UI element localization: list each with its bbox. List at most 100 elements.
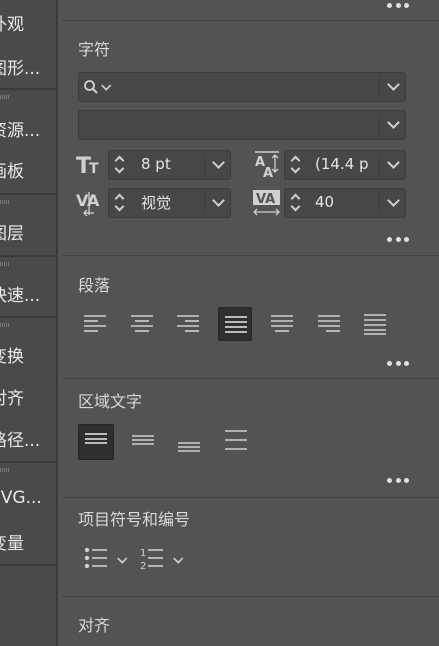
chevron-down-icon[interactable] [387,158,397,168]
leading-stepper[interactable] [287,151,305,179]
panel-tab-label: 外观 [0,15,24,35]
chevron-down-icon[interactable] [212,158,222,168]
numbering-dropdown[interactable]: 1 2 [140,546,188,572]
tracking-stepper[interactable] [287,189,305,217]
grip-handle[interactable] [0,323,10,327]
font-size-icon: T T [76,154,99,176]
font-size-stepper[interactable] [111,151,129,179]
bullets-dropdown[interactable] [84,546,132,572]
chevron-down-icon [173,555,181,563]
align-justify-vertical-icon [225,430,247,450]
justify-last-left-icon [225,316,247,333]
kerning-field[interactable]: 视觉 [108,188,231,218]
divider [0,88,56,90]
align-left-button[interactable] [78,307,112,341]
panel-tab-label: SVG... [0,488,42,508]
svg-text:2: 2 [140,561,146,572]
paragraph-section-title: 段落 [78,276,111,295]
collapsed-panel-strip: 外观 图形... 资源... 画板 图层 快速... 变换 对齐 路径... S… [0,0,58,646]
panel-tab-quick-actions[interactable]: 快速... [0,281,56,306]
divider [379,76,380,98]
panel-tab-pathfinder[interactable]: 路径... [0,426,56,451]
chevron-down-icon[interactable] [387,118,397,128]
justify-last-right-icon [318,315,340,332]
tracking-icon: VA [253,190,280,216]
align-right-icon [177,315,199,332]
justify-all-icon [364,314,386,335]
panel-tab-variables[interactable]: 变量 [0,529,56,554]
font-size-field[interactable]: 8 pt [108,150,231,180]
font-style-dropdown[interactable] [78,110,406,140]
align-middle-icon [132,435,154,445]
align-section-title: 对齐 [78,616,111,635]
panel-tab-appearance[interactable]: 外观 [0,10,56,35]
grip-handle[interactable] [0,468,10,472]
align-bottom-button[interactable] [172,424,206,458]
kerning-value[interactable]: 视觉 [141,192,201,213]
chevron-down-icon[interactable] [212,196,222,206]
chevron-down-icon[interactable] [387,80,397,90]
panel-tab-align[interactable]: 对齐 [0,384,56,409]
justify-last-right-button[interactable] [312,307,346,341]
align-center-button[interactable] [125,307,159,341]
svg-text:A: A [263,166,273,178]
panel-tab-svg-interactivity[interactable]: SVG... [0,488,56,512]
justify-last-center-button[interactable] [265,307,299,341]
more-options-icon[interactable] [387,237,409,243]
leading-icon: A A [255,151,279,178]
divider [62,378,439,379]
svg-text:1: 1 [140,548,146,559]
grip-handle[interactable] [0,200,10,204]
grip-handle[interactable] [0,262,10,266]
properties-panel: 字符 T T 8 pt A A (14.4 p V A 视觉 VA 40 段落 … [62,0,439,646]
leading-value[interactable]: (14.4 p [315,155,379,173]
chevron-down-icon [101,82,109,90]
divider [62,20,439,21]
panel-tab-label: 图层 [0,224,24,244]
tracking-value[interactable]: 40 [315,193,375,211]
bullets-numbering-section-title: 项目符号和编号 [78,510,191,529]
justify-last-center-icon [271,315,293,332]
panel-tab-assets[interactable]: 资源... [0,116,56,141]
align-middle-button[interactable] [126,424,160,458]
panel-tab-label: 路径... [0,431,41,451]
panel-tab-graphic-styles[interactable]: 图形... [0,54,56,79]
chevron-down-icon[interactable] [387,196,397,206]
align-top-icon [85,433,107,444]
character-section-title: 字符 [78,40,111,59]
panel-tab-artboards[interactable]: 画板 [0,157,56,182]
divider [379,192,380,214]
divider [0,193,56,195]
leading-field[interactable]: (14.4 p [284,150,406,180]
divider [62,596,439,597]
more-options-icon[interactable] [387,478,409,484]
divider [0,255,56,257]
kerning-stepper[interactable] [111,189,129,217]
panel-tab-label: 快速... [0,286,41,306]
divider [379,114,380,136]
divider [0,564,56,566]
divider [0,461,56,463]
panel-tab-transform[interactable]: 变换 [0,342,56,367]
font-family-dropdown[interactable] [78,72,406,102]
bullets-icon [84,547,107,569]
grip-handle[interactable] [0,95,10,99]
justify-last-left-button[interactable] [218,307,252,341]
panel-tab-label: 资源... [0,121,41,141]
divider [0,316,56,318]
svg-text:VA: VA [256,192,275,207]
more-options-icon[interactable] [387,361,409,367]
tracking-field[interactable]: 40 [284,188,406,218]
font-size-value[interactable]: 8 pt [141,155,201,173]
divider [62,497,439,498]
more-options-icon[interactable] [387,3,409,9]
align-top-button[interactable] [78,424,114,460]
panel-tab-label: 变换 [0,347,24,367]
panel-tab-label: 图形... [0,59,41,79]
justify-all-button[interactable] [358,307,392,341]
panel-tab-label: 画板 [0,162,24,182]
panel-tab-layers[interactable]: 图层 [0,219,56,244]
align-right-button[interactable] [171,307,205,341]
align-justify-vertical-button[interactable] [219,424,253,458]
area-type-section-title: 区域文字 [78,392,143,411]
